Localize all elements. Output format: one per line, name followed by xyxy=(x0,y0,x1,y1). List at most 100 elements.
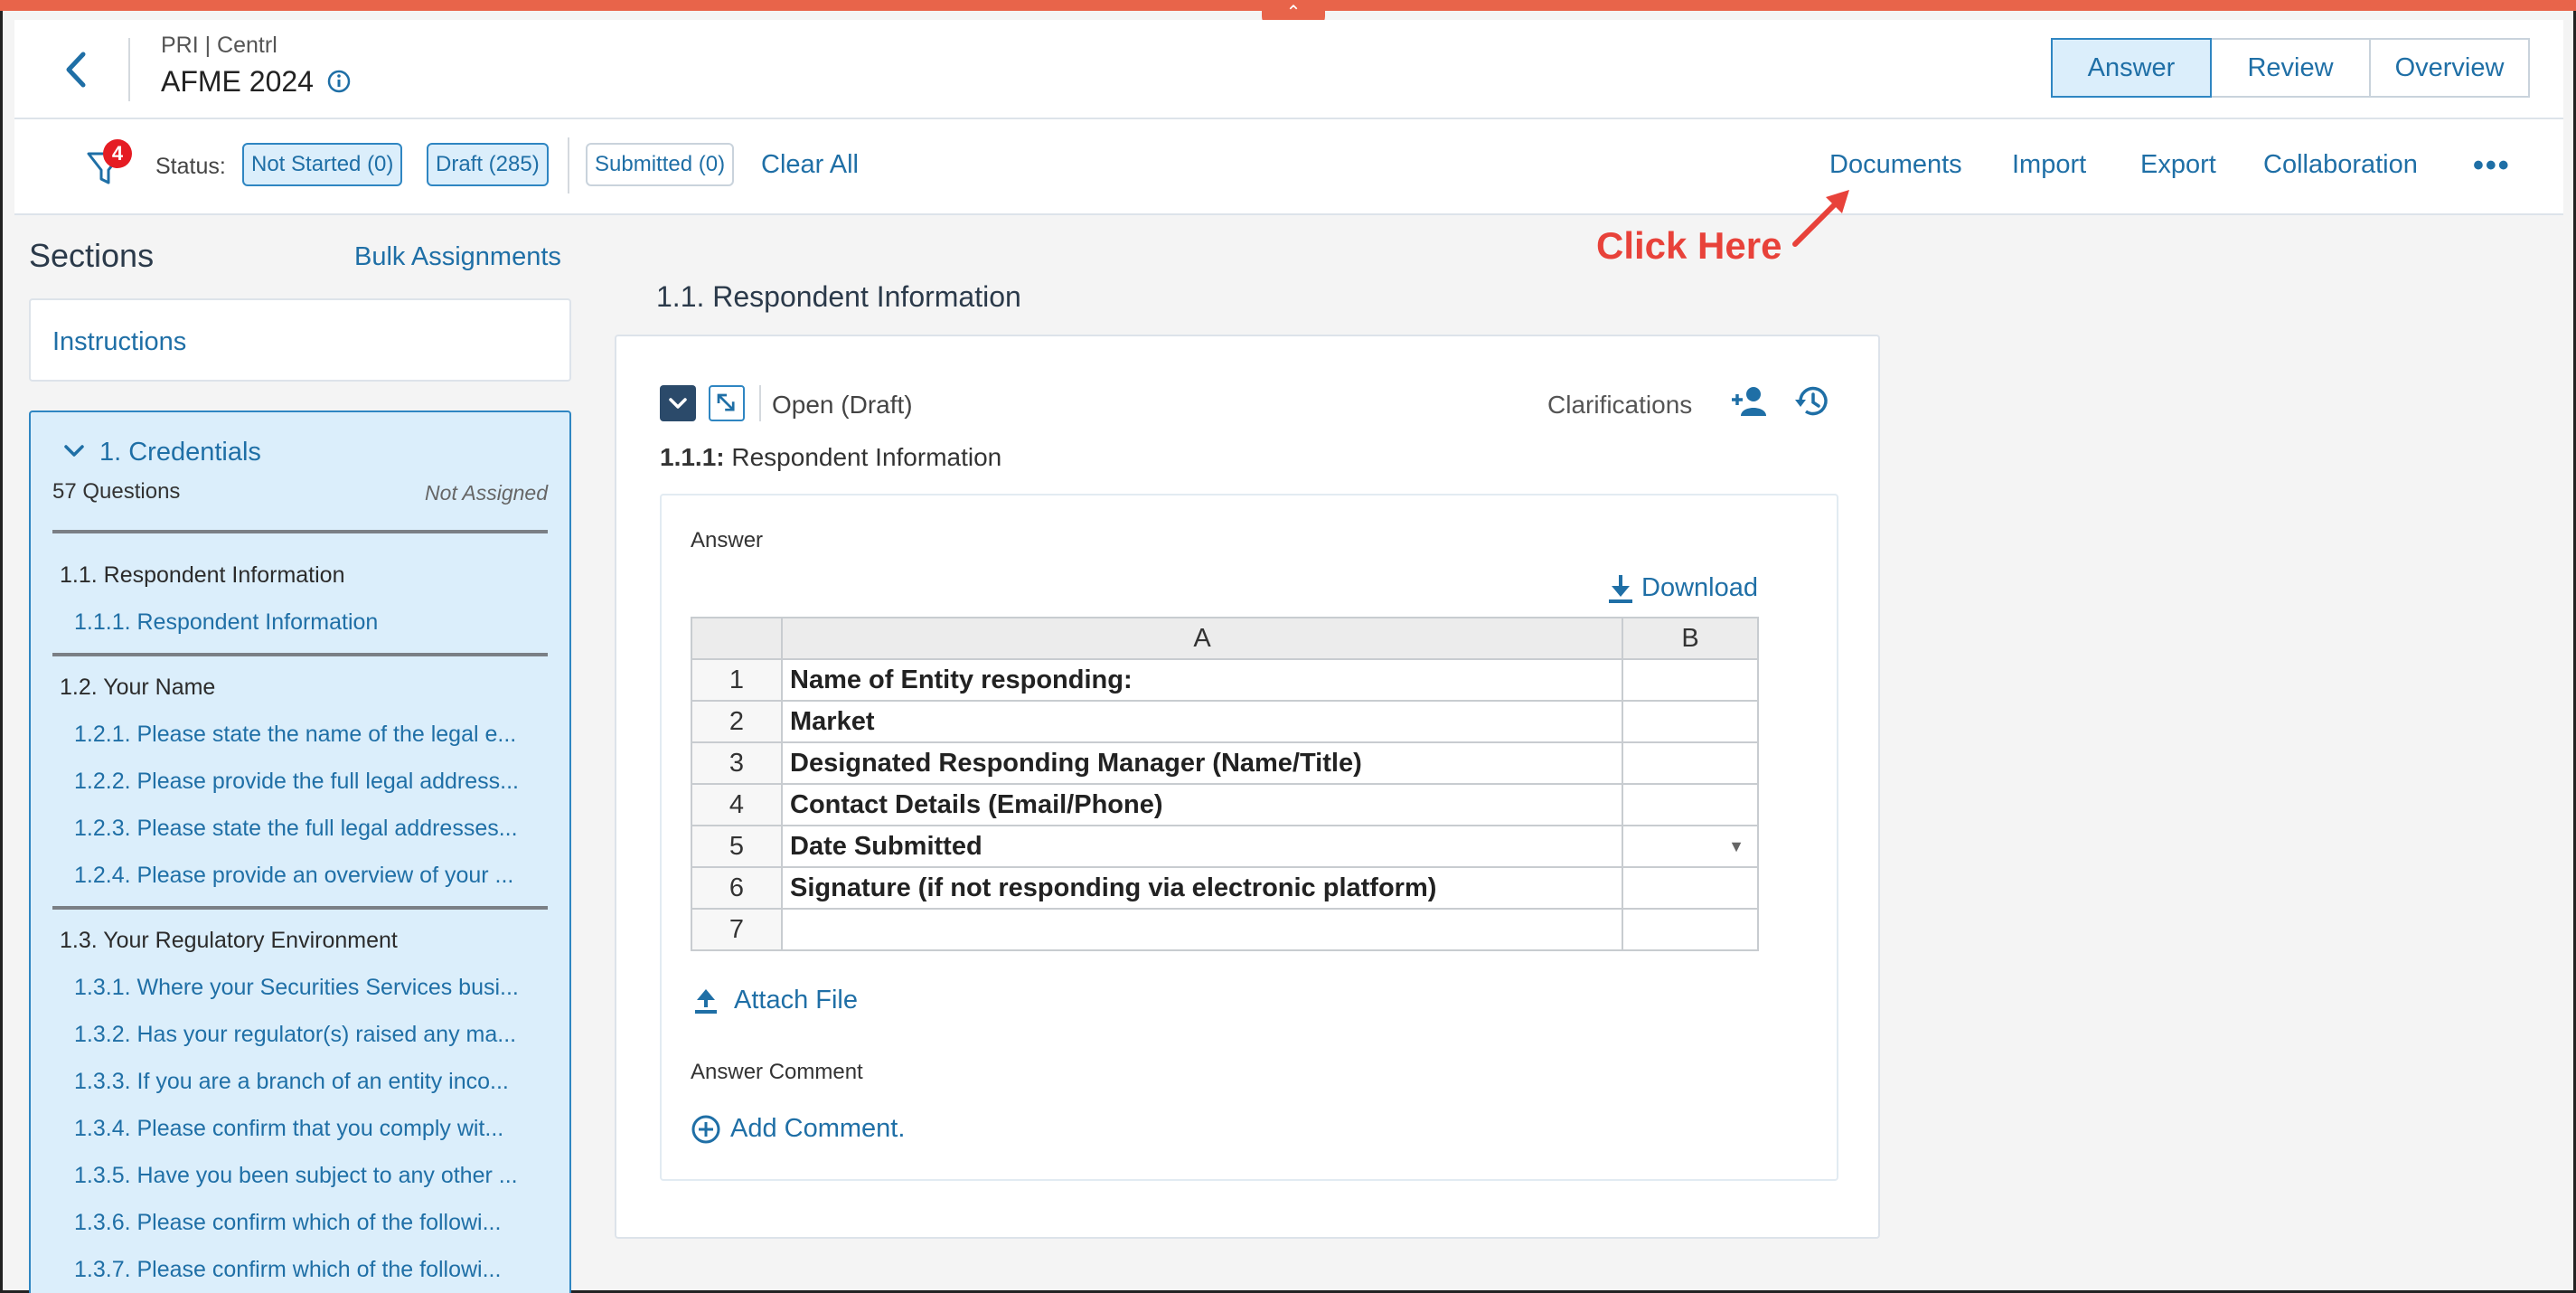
tree-item[interactable]: 1.3.2. Has your regulator(s) raised any … xyxy=(74,1022,516,1048)
divider xyxy=(52,906,548,910)
chevron-down-icon[interactable] xyxy=(63,443,85,459)
grid-cell-b[interactable] xyxy=(1622,700,1759,743)
clear-all-link[interactable]: Clear All xyxy=(761,150,859,180)
grid-cell-a[interactable]: Contact Details (Email/Phone) xyxy=(781,783,1623,826)
annotation-arrow-icon xyxy=(1792,190,1849,247)
add-person-icon[interactable] xyxy=(1730,383,1770,420)
table-row: 5 Date Submitted ▼ xyxy=(691,825,1759,868)
grid-cell-a[interactable] xyxy=(781,908,1623,951)
tab-overview[interactable]: Overview xyxy=(2369,38,2530,98)
answer-comment-label: Answer Comment xyxy=(691,1060,863,1084)
table-row: 7 xyxy=(691,908,1759,951)
instructions-panel[interactable]: Instructions xyxy=(29,298,571,382)
status-chip-draft[interactable]: Draft (285) xyxy=(427,143,549,186)
group-label[interactable]: 1.3. Your Regulatory Environment xyxy=(60,928,398,954)
row-number: 2 xyxy=(691,700,783,743)
tree-item[interactable]: 1.3.6. Please confirm which of the follo… xyxy=(74,1210,501,1236)
date-dropdown-cell[interactable]: ▼ xyxy=(1622,825,1759,868)
tree-item[interactable]: 1.2.2. Please provide the full legal add… xyxy=(74,769,519,795)
question-number: 1.1.1: xyxy=(660,443,725,471)
instructions-link[interactable]: Instructions xyxy=(52,327,186,357)
chevron-down-icon xyxy=(669,398,687,409)
breadcrumb: PRI | Centrl xyxy=(161,33,277,58)
tree-item[interactable]: 1.2.1. Please state the name of the lega… xyxy=(74,722,516,748)
download-icon[interactable] xyxy=(1607,573,1634,604)
tab-review[interactable]: Review xyxy=(2210,38,2371,98)
section-tree: 1. Credentials 57 Questions Not Assigned… xyxy=(29,411,571,1293)
upload-icon[interactable] xyxy=(694,987,718,1015)
sections-title: Sections xyxy=(29,237,155,274)
grid-cell-b[interactable] xyxy=(1622,783,1759,826)
grid-cell-b[interactable] xyxy=(1622,908,1759,951)
history-icon[interactable] xyxy=(1791,382,1831,421)
add-comment-link[interactable]: Add Comment. xyxy=(730,1114,905,1144)
add-circle-icon[interactable] xyxy=(691,1114,721,1145)
grid-cell-a[interactable]: Date Submitted xyxy=(781,825,1623,868)
assignment-status: Not Assigned xyxy=(425,481,548,505)
table-row: 4 Contact Details (Email/Phone) xyxy=(691,783,1759,826)
section-title[interactable]: 1. Credentials xyxy=(99,438,261,467)
tree-item[interactable]: 1.1.1. Respondent Information xyxy=(74,609,378,636)
tree-item[interactable]: 1.3.5. Have you been subject to any othe… xyxy=(74,1163,518,1189)
row-number: 1 xyxy=(691,658,783,702)
info-icon[interactable] xyxy=(326,69,352,94)
grid-cell-b[interactable] xyxy=(1622,658,1759,702)
filter-toolbar: 4 Status: Not Started (0) Draft (285) Su… xyxy=(14,119,2563,215)
tree-item[interactable]: 1.2.4. Please provide an overview of you… xyxy=(74,863,513,889)
grid-cell-b[interactable] xyxy=(1622,741,1759,785)
grid-header-row: A B xyxy=(691,617,1759,660)
table-row: 3 Designated Responding Manager (Name/Ti… xyxy=(691,741,1759,785)
header-divider xyxy=(128,38,130,101)
page-header: PRI | Centrl AFME 2024 Answer Review Ove… xyxy=(14,20,2563,119)
row-number: 7 xyxy=(691,908,783,951)
divider xyxy=(52,653,548,656)
grid-cell-b[interactable] xyxy=(1622,866,1759,910)
tree-item[interactable]: 1.2.3. Please state the full legal addre… xyxy=(74,816,518,842)
question-title-text: Respondent Information xyxy=(731,443,1002,471)
tree-item[interactable]: 1.3.1. Where your Securities Services bu… xyxy=(74,975,519,1001)
tree-item[interactable]: 1.3.4. Please confirm that you comply wi… xyxy=(74,1116,503,1142)
export-link[interactable]: Export xyxy=(2140,150,2216,180)
back-icon[interactable] xyxy=(58,47,94,92)
group-label[interactable]: 1.1. Respondent Information xyxy=(60,562,344,589)
row-number: 5 xyxy=(691,825,783,868)
attach-file-link[interactable]: Attach File xyxy=(734,986,858,1015)
toolbar-divider xyxy=(759,385,761,421)
grid-cell-a[interactable]: Market xyxy=(781,700,1623,743)
grid-cell-a[interactable]: Designated Responding Manager (Name/Titl… xyxy=(781,741,1623,785)
expand-icon xyxy=(717,393,735,411)
table-row: 1 Name of Entity responding: xyxy=(691,658,1759,702)
dropdown-arrow-icon[interactable]: ▼ xyxy=(1728,837,1744,856)
answer-label: Answer xyxy=(691,528,764,552)
clarifications-label: Clarifications xyxy=(1547,391,1693,419)
click-here-annotation: Click Here xyxy=(1596,224,1782,267)
collapse-question-button[interactable] xyxy=(660,385,696,421)
toolbar-divider xyxy=(568,137,569,193)
answer-box: Answer Download A B 1 Name of Entity res… xyxy=(660,494,1838,1181)
status-label: Status: xyxy=(155,154,226,179)
status-chip-not-started[interactable]: Not Started (0) xyxy=(242,143,403,186)
row-number: 6 xyxy=(691,866,783,910)
import-link[interactable]: Import xyxy=(2012,150,2086,180)
more-options-icon[interactable]: ••• xyxy=(2473,148,2511,184)
status-chip-submitted[interactable]: Submitted (0) xyxy=(586,143,735,186)
grid-cell-a[interactable]: Signature (if not responding via electro… xyxy=(781,866,1623,910)
column-header-b: B xyxy=(1622,617,1759,660)
filter-count-badge: 4 xyxy=(103,139,132,168)
collaboration-link[interactable]: Collaboration xyxy=(2263,150,2418,180)
tree-item[interactable]: 1.3.7. Please confirm which of the follo… xyxy=(74,1257,501,1283)
documents-link[interactable]: Documents xyxy=(1829,150,1962,180)
question-status: Open (Draft) xyxy=(772,391,913,419)
column-header-a: A xyxy=(781,617,1623,660)
answer-grid: A B 1 Name of Entity responding: 2 Marke… xyxy=(691,617,1759,951)
row-number: 3 xyxy=(691,741,783,785)
bulk-assignments-link[interactable]: Bulk Assignments xyxy=(354,242,561,272)
expand-question-button[interactable] xyxy=(709,385,745,421)
tab-answer[interactable]: Answer xyxy=(2051,38,2212,98)
grid-corner xyxy=(691,617,783,660)
question-card: Open (Draft) Clarifications 1.1.1: Respo… xyxy=(615,335,1880,1239)
tree-item[interactable]: 1.3.3. If you are a branch of an entity … xyxy=(74,1069,509,1095)
group-label[interactable]: 1.2. Your Name xyxy=(60,675,215,701)
grid-cell-a[interactable]: Name of Entity responding: xyxy=(781,658,1623,702)
download-link[interactable]: Download xyxy=(1641,573,1758,603)
